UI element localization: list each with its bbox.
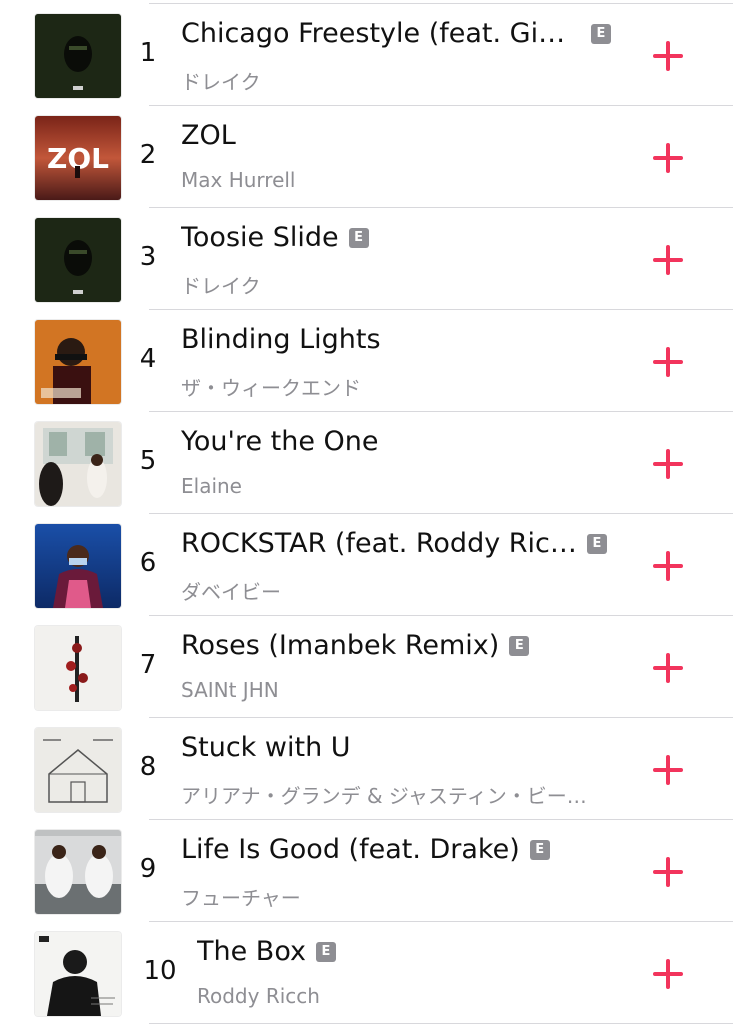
add-button[interactable] [651,141,685,175]
artist-name[interactable]: ダベイビー [181,576,281,605]
artist-name[interactable]: Max Hurrell [181,168,296,192]
album-art [35,932,121,1016]
album-art [35,728,121,812]
artist-name[interactable]: SAINt JHN [181,678,279,702]
explicit-badge: E [348,227,369,248]
rank: 4 [139,344,157,374]
add-button[interactable] [651,39,685,73]
song-row-4[interactable]: 4 Blinding Lights ザ・ウィークエンド [0,310,733,412]
explicit-badge: E [586,533,607,554]
rank: 8 [139,752,157,782]
album-art [35,830,121,914]
rank: 7 [139,650,157,680]
album-art: ZOL [35,116,121,200]
explicit-badge: E [509,635,530,656]
rank: 10 [143,956,177,986]
album-art [35,320,121,404]
song-title[interactable]: Chicago Freestyle (feat. Giv… [181,18,581,49]
explicit-badge: E [591,23,611,44]
artist-name[interactable]: Elaine [181,474,242,498]
add-button[interactable] [651,447,685,481]
explicit-badge: E [316,941,336,962]
song-title[interactable]: Toosie Slide [181,222,339,253]
song-title[interactable]: ROCKSTAR (feat. Roddy Ric… [181,528,577,559]
artist-name[interactable]: ザ・ウィークエンド [181,372,361,401]
song-title[interactable]: Life Is Good (feat. Drake) [181,834,520,865]
song-row-2[interactable]: ZOL 2 ZOL Max Hurrell [0,106,733,208]
rank: 9 [139,854,157,884]
song-title[interactable]: You're the One [181,426,379,457]
artist-name[interactable]: フューチャー [181,882,301,911]
rank: 3 [139,242,157,272]
song-row-1[interactable]: 1 Chicago Freestyle (feat. Giv… E ドレイク [0,4,733,106]
album-art [35,14,121,98]
album-art [35,524,121,608]
song-title[interactable]: The Box [197,936,306,967]
song-row-9[interactable]: 9 Life Is Good (feat. Drake) E フューチャー [0,820,733,922]
add-button[interactable] [651,243,685,277]
add-button[interactable] [651,651,685,685]
song-title[interactable]: Blinding Lights [181,324,381,355]
album-art [35,626,121,710]
album-art [35,218,121,302]
song-row-3[interactable]: 3 Toosie Slide E ドレイク [0,208,733,310]
song-row-6[interactable]: 6 ROCKSTAR (feat. Roddy Ric… E ダベイビー [0,514,733,616]
artist-name[interactable]: アリアナ・グランデ & ジャスティン・ビー… [181,780,587,809]
song-title[interactable]: Roses (Imanbek Remix) [181,630,499,661]
song-row-10[interactable]: 10 The Box E Roddy Ricch [0,922,733,1024]
explicit-badge: E [529,839,550,860]
album-art [35,422,121,506]
song-title[interactable]: Stuck with U [181,732,351,763]
song-list: 1 Chicago Freestyle (feat. Giv… E ドレイク Z… [0,4,733,1024]
rank: 5 [139,446,157,476]
add-button[interactable] [651,345,685,379]
song-title[interactable]: ZOL [181,120,236,151]
add-button[interactable] [651,549,685,583]
add-button[interactable] [651,753,685,787]
artist-name[interactable]: Roddy Ricch [197,984,320,1008]
artist-name[interactable]: ドレイク [181,66,261,95]
song-row-7[interactable]: 7 Roses (Imanbek Remix) E SAINt JHN [0,616,733,718]
rank: 1 [139,38,157,68]
add-button[interactable] [651,957,685,991]
song-row-5[interactable]: 5 You're the One Elaine [0,412,733,514]
song-row-8[interactable]: 8 Stuck with U アリアナ・グランデ & ジャスティン・ビー… [0,718,733,820]
add-button[interactable] [651,855,685,889]
rank: 2 [139,140,157,170]
artist-name[interactable]: ドレイク [181,270,261,299]
rank: 6 [139,548,157,578]
